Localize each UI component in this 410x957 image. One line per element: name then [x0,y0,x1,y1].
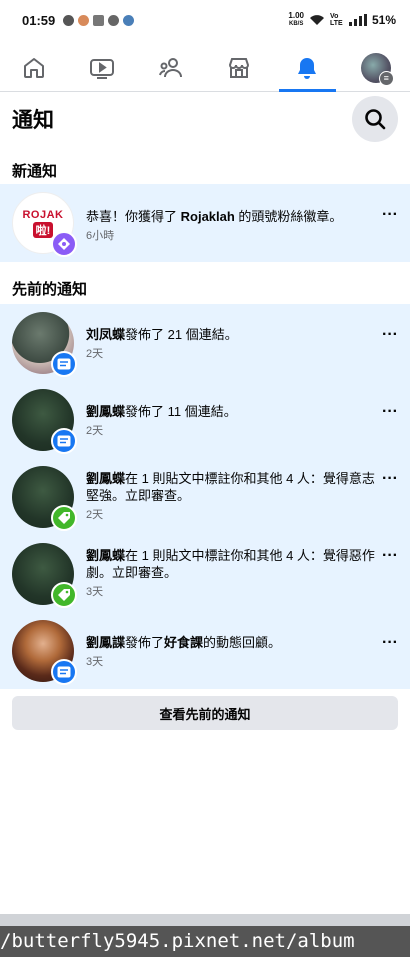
marketplace-icon [229,57,250,78]
status-bar: 01:59 1.00 KB/S Vo LTE 51% [0,0,410,40]
friends-icon [158,57,182,77]
tab-home[interactable] [0,44,68,91]
tab-menu[interactable] [342,44,410,91]
notification-time: 2天 [86,509,104,521]
link-post-icon [51,428,77,454]
battery-level: 51% [371,13,396,27]
fan-badge-icon [51,231,77,257]
notification-avatar [12,466,77,531]
notification-text: 劉鳳蝶在 1 則貼文中標註你和其他 4 人：覺得惡作劇。立即審查。 [86,548,375,580]
video-icon [90,58,115,79]
link-post-icon [51,659,77,685]
see-previous-notifications-button[interactable]: 查看先前的通知 [12,696,398,730]
section-title-earlier: 先前的通知 [12,281,88,298]
network-type: Vo LTE [329,13,343,27]
notification-item[interactable]: 劉鳳蝶在 1 則貼文中標註你和其他 4 人：覺得意志堅強。立即審查。 2天 ··… [0,458,410,535]
search-icon [365,109,386,130]
bell-icon [298,57,317,79]
notification-avatar [12,389,77,454]
more-options-button[interactable]: ··· [382,403,398,421]
app-icon [78,14,90,26]
telegram-icon [108,14,120,26]
notification-time: 6小時 [86,230,115,242]
notification-text: 刘凤蝶發佈了 21 個連結。 [86,327,238,342]
notification-avatar [12,312,77,377]
watermark: /butterfly5945.pixnet.net/album [0,926,410,957]
more-options-button[interactable]: ··· [382,634,398,652]
page-header: 通知 [0,94,410,144]
notification-time: 2天 [86,348,104,360]
top-nav [0,44,410,92]
wifi-icon [309,15,324,25]
tab-marketplace[interactable] [205,44,273,91]
notification-text: 劉鳳蝶發佈了 11 個連結。 [86,404,237,419]
signal-icon [348,14,367,26]
notification-icons [63,14,135,26]
network-speed: 1.00 KB/S [288,11,304,28]
notification-avatar [12,543,77,608]
notification-time: 3天 [86,656,104,668]
notification-item[interactable]: 劉鳳蝶發佈了 11 個連結。 2天 ··· [0,381,410,458]
notification-time: 3天 [86,586,104,598]
notification-item[interactable]: 劉鳳蝶在 1 則貼文中標註你和其他 4 人：覺得惡作劇。立即審查。 3天 ··· [0,535,410,612]
home-icon [24,57,45,78]
sync-icon [123,14,135,26]
notification-item[interactable]: ROJAK 啦! 恭喜！你獲得了 Rojaklah 的頭號粉絲徽章。 6小時 ·… [0,184,410,262]
notification-text: 恭喜！你獲得了 Rojaklah 的頭號粉絲徽章。 [86,209,343,224]
profile-avatar [360,52,394,86]
tab-video[interactable] [68,44,136,91]
section-title-new: 新通知 [12,163,58,180]
link-post-icon [51,351,77,377]
tag-icon [51,505,77,531]
notification-avatar [12,620,77,685]
notification-time: 2天 [86,425,104,437]
tag-icon [51,582,77,608]
notification-text: 劉鳳諜發佈了好食課的動態回顧。 [86,635,282,650]
tab-friends[interactable] [137,44,205,91]
messenger-icon [63,14,75,26]
more-options-button[interactable]: ··· [382,547,398,565]
more-options-button[interactable]: ··· [382,206,398,224]
tab-notifications[interactable] [273,44,341,92]
more-options-button[interactable]: ··· [382,470,398,488]
page-title: 通知 [12,109,54,132]
notification-item[interactable]: 刘凤蝶發佈了 21 個連結。 2天 ··· [0,304,410,381]
notification-avatar: ROJAK 啦! [12,192,77,257]
notification-text: 劉鳳蝶在 1 則貼文中標註你和其他 4 人：覺得意志堅強。立即審查。 [86,471,375,503]
gmail-icon [93,14,105,26]
more-options-button[interactable]: ··· [382,326,398,344]
search-button[interactable] [352,96,398,142]
notification-item[interactable]: 劉鳳諜發佈了好食課的動態回顧。 3天 ··· [0,612,410,689]
status-time: 01:59 [22,12,56,28]
